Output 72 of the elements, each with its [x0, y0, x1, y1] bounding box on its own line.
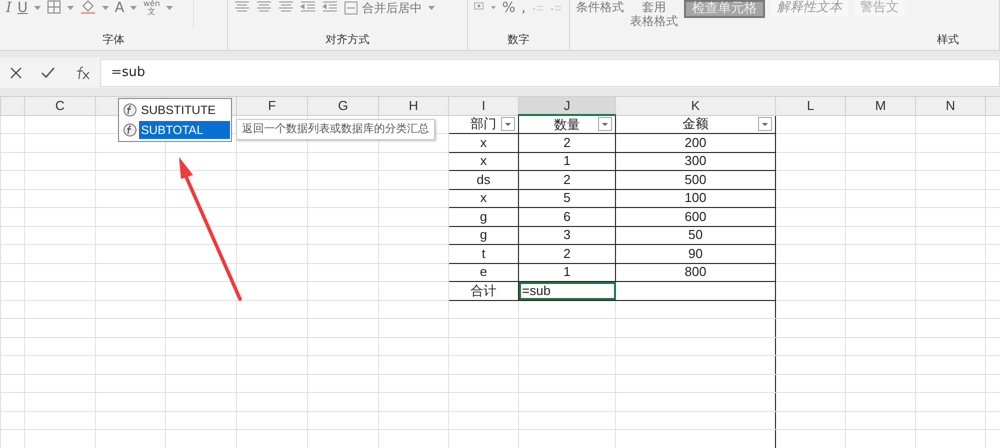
check-icon[interactable]	[40, 67, 55, 79]
merge-icon	[344, 1, 358, 15]
align-icon[interactable]	[256, 0, 272, 14]
table-cell: ds	[476, 172, 490, 187]
column-header[interactable]: G	[338, 98, 348, 113]
autocomplete-item[interactable]: SUBSTITUTE	[139, 101, 218, 119]
split-button[interactable]: 套用 表格格式	[630, 0, 678, 28]
indent-icon[interactable]	[322, 0, 338, 14]
indent-icon[interactable]	[300, 0, 316, 14]
borders-icon[interactable]	[46, 0, 61, 14]
number-format-button[interactable]: ,	[521, 0, 526, 16]
table-cell: 90	[688, 246, 703, 261]
table-cell: g	[480, 208, 488, 224]
table-cell: 2	[563, 134, 571, 150]
table-cell: 100	[684, 190, 706, 206]
column-header[interactable]: I	[482, 98, 486, 113]
table-cell: 600	[684, 208, 706, 224]
table-header: 数量	[554, 116, 580, 132]
group-label: 样式	[937, 32, 959, 48]
function-icon[interactable]	[74, 66, 90, 80]
function-icon	[123, 123, 137, 137]
filter-dropdown-icon[interactable]	[598, 117, 612, 131]
table-cell: 50	[688, 227, 703, 242]
column-header[interactable]: C	[55, 98, 65, 113]
table-cell: t	[482, 246, 486, 261]
align-icon[interactable]	[234, 0, 250, 14]
number-format-button[interactable]: %	[502, 0, 516, 16]
close-icon[interactable]	[10, 67, 22, 79]
table-cell: g	[480, 227, 488, 242]
table-cell: e	[480, 264, 488, 280]
column-header[interactable]: F	[268, 98, 276, 113]
table-cell: 1	[563, 264, 571, 280]
table-cell: 500	[684, 172, 706, 187]
column-header[interactable]: J	[564, 98, 570, 112]
merge-button[interactable]: 合并后居中	[344, 0, 422, 16]
column-header[interactable]: L	[806, 98, 814, 113]
column-header[interactable]: H	[408, 98, 418, 113]
table-cell: x	[480, 153, 487, 168]
table-cell: 800	[684, 264, 706, 280]
split-button[interactable]: 条件格式	[576, 0, 624, 14]
group-label: 数字	[508, 32, 530, 48]
paint-bucket-icon[interactable]	[80, 0, 96, 14]
autocomplete-item[interactable]: SUBTOTAL	[139, 121, 230, 139]
table-cell: 300	[684, 153, 706, 168]
column-header[interactable]: M	[875, 98, 886, 113]
function-icon	[123, 103, 137, 117]
table-cell: 200	[684, 134, 706, 150]
font-color-button[interactable]: A	[114, 0, 124, 16]
table-cell: =sub	[522, 282, 551, 298]
formula-input[interactable]: =sub	[100, 59, 1000, 87]
group-label: 字体	[102, 32, 124, 48]
italic-button[interactable]: I	[6, 0, 12, 16]
underline-button[interactable]: U	[18, 0, 28, 16]
table-cell: 合计	[470, 282, 496, 298]
filter-dropdown-icon[interactable]	[758, 116, 772, 130]
table-cell: x	[480, 134, 487, 150]
cell-style[interactable]: 解释性文本	[771, 0, 848, 16]
align-icon[interactable]	[278, 0, 294, 14]
column-header[interactable]: K	[691, 98, 700, 113]
table-cell: 1	[563, 153, 571, 168]
filter-dropdown-icon[interactable]	[501, 116, 515, 130]
table-cell: 3	[563, 227, 571, 242]
column-header[interactable]: N	[946, 98, 956, 113]
table-header: 部门	[470, 116, 496, 132]
table-cell: 5	[563, 190, 571, 206]
table-cell: 2	[563, 172, 571, 187]
table-cell: 2	[563, 246, 571, 261]
table-cell: x	[480, 190, 487, 206]
table-cell: 6	[563, 208, 571, 224]
table-header: 金额	[682, 116, 708, 132]
tooltip: 返回一个数据列表或数据库的分类汇总	[236, 119, 435, 140]
group-label: 对齐方式	[326, 32, 370, 48]
